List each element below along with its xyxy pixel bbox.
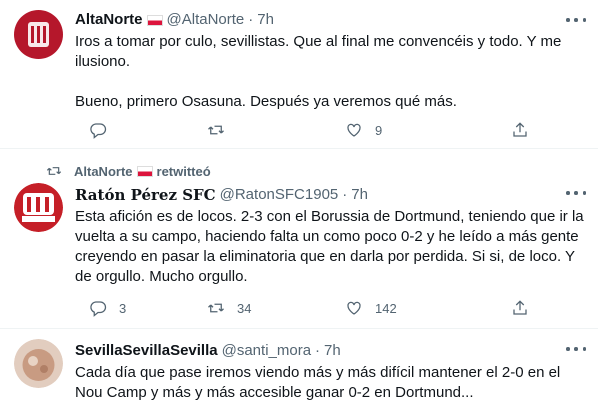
author-name[interactable]: SevillaSevillaSevilla <box>75 341 218 361</box>
retweet-count: 34 <box>237 300 252 316</box>
retweet-icon <box>208 125 224 135</box>
retweet-icon <box>208 303 224 313</box>
more-icon[interactable] <box>566 187 586 199</box>
like-count: 9 <box>375 122 383 138</box>
timeline: AltaNorte @AltaNorte · 7h Iros a tomar p… <box>0 0 598 406</box>
share-icon <box>513 300 527 315</box>
author-name[interactable]: AltaNorte <box>75 10 143 30</box>
retweeter-name[interactable]: AltaNorte <box>74 164 133 179</box>
reply-count: 3 <box>119 300 127 316</box>
avatar[interactable] <box>14 183 63 232</box>
timestamp[interactable]: 7h <box>351 185 368 205</box>
retweet-button[interactable]: 34 <box>207 299 251 317</box>
tweet-text-line: Iros a tomar por culo, sevillistas. Que … <box>75 33 562 70</box>
reply-icon <box>90 301 107 317</box>
tweet[interactable]: AltaNorte @AltaNorte · 7h Iros a tomar p… <box>0 0 598 149</box>
like-icon <box>347 123 361 137</box>
reply-button[interactable] <box>89 121 119 139</box>
author-name[interactable]: Ratón Pérez SFC <box>75 185 216 205</box>
tweet-text: Cada día que pase iremos viendo más y má… <box>75 364 561 401</box>
tweet-text: Iros a tomar por culo, sevillistas. Que … <box>75 32 584 112</box>
separator-dot: · <box>315 342 321 359</box>
retweet-context: AltaNorte retwitteó <box>46 163 211 179</box>
flag-icon <box>146 14 163 26</box>
avatar[interactable] <box>14 339 63 388</box>
author-handle[interactable]: @RatonSFC1905 <box>220 185 339 205</box>
like-count: 142 <box>375 300 397 316</box>
tweet-actions: 9 <box>89 121 529 139</box>
retweeted-label: retwitteó <box>156 163 211 179</box>
more-icon[interactable] <box>566 343 586 355</box>
tweet-actions: 3 34 142 <box>89 299 529 317</box>
flag-icon <box>136 165 153 177</box>
avatar[interactable] <box>14 10 63 59</box>
retweet-icon <box>46 167 62 175</box>
retweet-button[interactable] <box>207 121 237 139</box>
share-button[interactable] <box>511 299 529 317</box>
timestamp[interactable]: 7h <box>324 341 341 361</box>
timestamp[interactable]: 7h <box>257 10 274 30</box>
tweet[interactable]: AltaNorte retwitteó Ratón Pérez SFC @Rat… <box>0 149 598 329</box>
like-icon <box>347 301 361 315</box>
more-icon[interactable] <box>566 14 586 26</box>
tweet[interactable]: SevillaSevillaSevilla @santi_mora · 7h C… <box>0 329 598 406</box>
tweet-text: Esta afición es de locos. 2-3 con el Bor… <box>75 208 584 285</box>
separator-dot: · <box>248 11 254 28</box>
tweet-text-line: Bueno, primero Osasuna. Después ya verem… <box>75 93 457 110</box>
reply-icon <box>90 123 107 139</box>
author-handle[interactable]: @AltaNorte <box>167 10 245 30</box>
like-button[interactable]: 142 <box>345 299 397 317</box>
like-button[interactable]: 9 <box>345 121 382 139</box>
separator-dot: · <box>342 186 348 203</box>
share-button[interactable] <box>511 121 529 139</box>
share-icon <box>513 122 527 137</box>
reply-button[interactable]: 3 <box>89 299 126 317</box>
author-handle[interactable]: @santi_mora <box>222 341 311 361</box>
